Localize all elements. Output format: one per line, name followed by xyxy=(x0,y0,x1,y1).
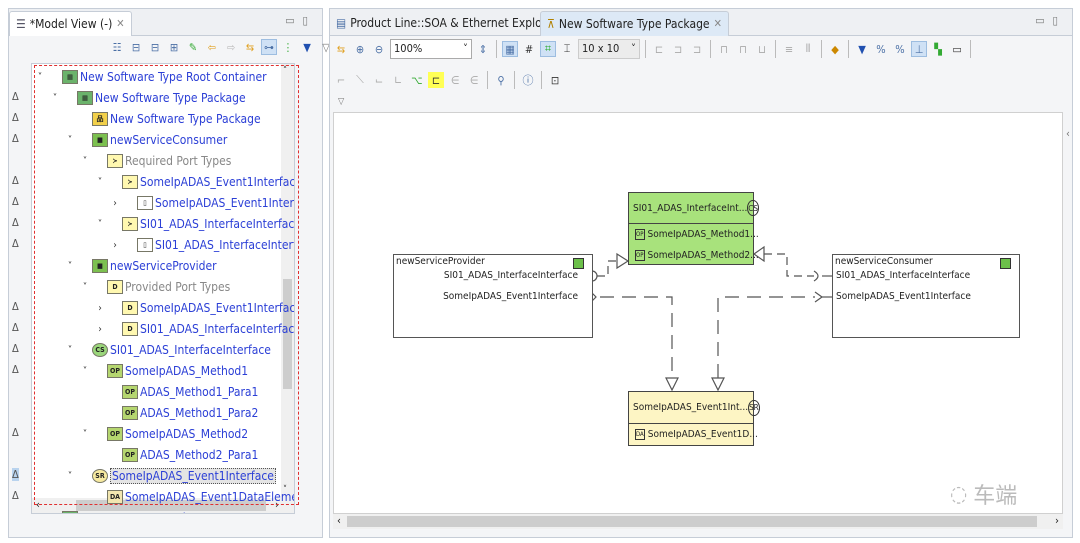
data-element-icon: DA xyxy=(635,429,645,440)
connector-consumer-cs[interactable] xyxy=(752,245,832,282)
component-icon xyxy=(1000,258,1011,269)
connector-consumer-sr[interactable] xyxy=(711,291,832,392)
data-element-item[interactable]: DA SomeIpADAS_Event1D... xyxy=(629,424,758,445)
port-label[interactable]: SI01_ADAS_InterfaceInterface xyxy=(836,270,970,281)
sr-interface-node[interactable]: SomeIpADAS_Event1Int... SR DA SomeIpADAS_E… xyxy=(628,391,760,446)
port-label[interactable]: SomeIpADAS_Event1Interface xyxy=(443,291,578,302)
operation-item[interactable]: OP SomeIpADAS_Method1... xyxy=(629,224,759,245)
port-label[interactable]: SI01_ADAS_InterfaceInterface xyxy=(444,270,578,281)
operation-icon: OP xyxy=(635,229,645,240)
component-icon xyxy=(573,258,584,269)
cs-badge: CS xyxy=(747,200,759,216)
operation-icon: OP xyxy=(635,250,645,261)
watermark: ◌ 车端 xyxy=(950,481,1018,510)
port-label[interactable]: SomeIpADAS_Event1Interface xyxy=(836,291,971,302)
sr-badge: SR xyxy=(748,399,760,416)
connector-provider-sr[interactable] xyxy=(578,291,679,392)
cs-interface-node[interactable]: SI01_ADAS_InterfaceInt... CS OP SomeIpADAS… xyxy=(628,192,759,266)
operation-item[interactable]: OP SomeIpADAS_Method2... xyxy=(629,245,759,266)
wechat-icon: ◌ xyxy=(950,481,968,507)
